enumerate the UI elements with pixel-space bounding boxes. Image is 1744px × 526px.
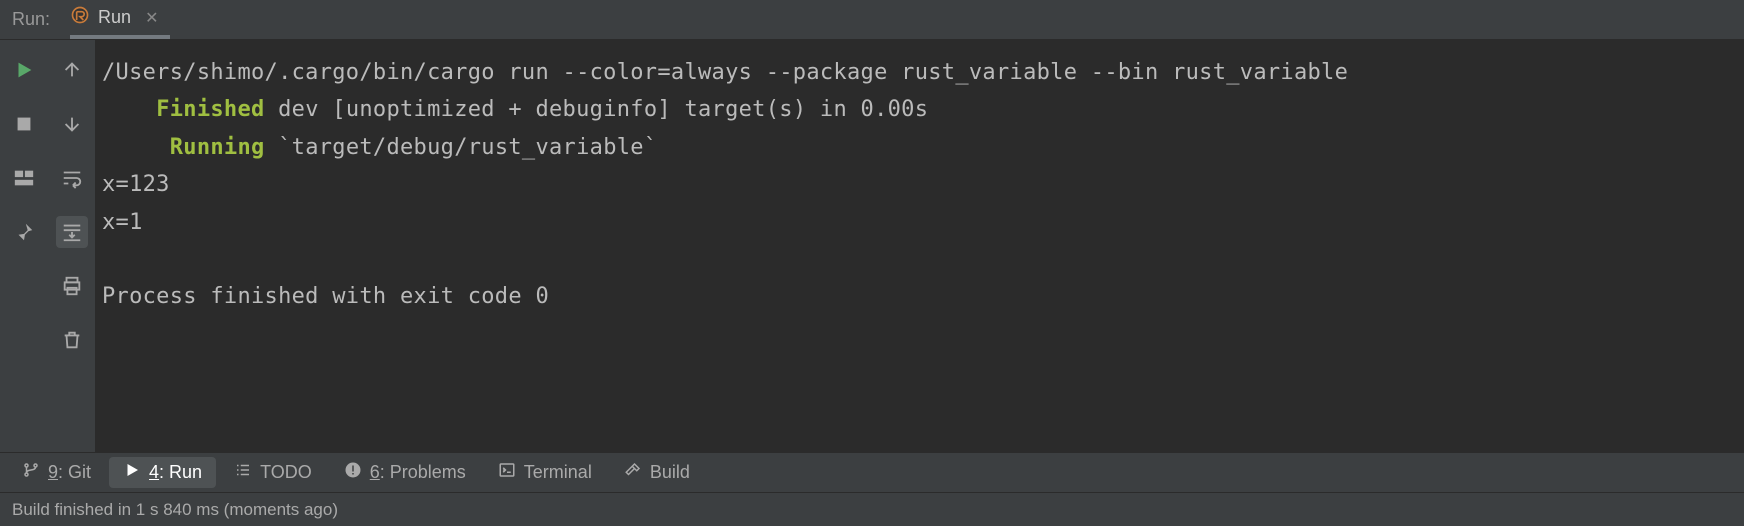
console-running-keyword: Running [170, 135, 265, 160]
print-button[interactable] [56, 270, 88, 302]
git-branch-icon [22, 461, 40, 484]
tab-label: Run [98, 7, 131, 28]
tool-window-bar: 9: Git 4: Run TODO 6: Problems Terminal … [0, 452, 1744, 492]
console-output[interactable]: /Users/shimo/.cargo/bin/cargo run --colo… [96, 40, 1744, 452]
warning-icon [344, 461, 362, 484]
rerun-button[interactable] [8, 54, 40, 86]
console-exit-line: Process finished with exit code 0 [102, 284, 549, 309]
tool-tab-problems[interactable]: 6: Problems [330, 457, 480, 488]
tool-tab-label: Build [650, 462, 690, 483]
stop-button[interactable] [8, 108, 40, 140]
run-config-tab[interactable]: Run ✕ [70, 0, 170, 39]
tool-tab-label: 9: Git [48, 462, 91, 483]
scroll-down-button[interactable] [56, 108, 88, 140]
console-command-line: /Users/shimo/.cargo/bin/cargo run --colo… [102, 60, 1348, 85]
run-panel-body: /Users/shimo/.cargo/bin/cargo run --colo… [0, 40, 1744, 452]
run-actions-toolbar [0, 40, 48, 452]
console-stdout-line: x=123 [102, 172, 170, 197]
pin-button[interactable] [8, 216, 40, 248]
scroll-up-button[interactable] [56, 54, 88, 86]
tool-tab-label: Terminal [524, 462, 592, 483]
play-icon [123, 461, 141, 484]
soft-wrap-button[interactable] [56, 162, 88, 194]
hammer-icon [624, 461, 642, 484]
console-finished-text: dev [unoptimized + debuginfo] target(s) … [265, 97, 929, 122]
tool-tab-label: TODO [260, 462, 312, 483]
panel-title: Run: [12, 9, 50, 30]
tool-tab-build[interactable]: Build [610, 457, 704, 488]
tool-tab-todo[interactable]: TODO [220, 457, 326, 488]
tool-tab-label: 6: Problems [370, 462, 466, 483]
rust-icon [70, 5, 90, 30]
tool-tab-label: 4: Run [149, 462, 202, 483]
status-bar: Build finished in 1 s 840 ms (moments ag… [0, 492, 1744, 526]
clear-all-button[interactable] [56, 324, 88, 356]
console-finished-keyword: Finished [156, 97, 264, 122]
console-running-text: `target/debug/rust_variable` [265, 135, 658, 160]
tool-tab-run[interactable]: 4: Run [109, 457, 216, 488]
scroll-to-end-button[interactable] [56, 216, 88, 248]
terminal-icon [498, 461, 516, 484]
status-message: Build finished in 1 s 840 ms (moments ag… [12, 500, 338, 520]
run-panel-header: Run: Run ✕ [0, 0, 1744, 40]
console-actions-toolbar [48, 40, 96, 452]
tool-tab-terminal[interactable]: Terminal [484, 457, 606, 488]
tool-tab-git[interactable]: 9: Git [8, 457, 105, 488]
layout-button[interactable] [8, 162, 40, 194]
console-stdout-line: x=1 [102, 210, 143, 235]
list-icon [234, 461, 252, 484]
close-icon[interactable]: ✕ [145, 8, 158, 28]
